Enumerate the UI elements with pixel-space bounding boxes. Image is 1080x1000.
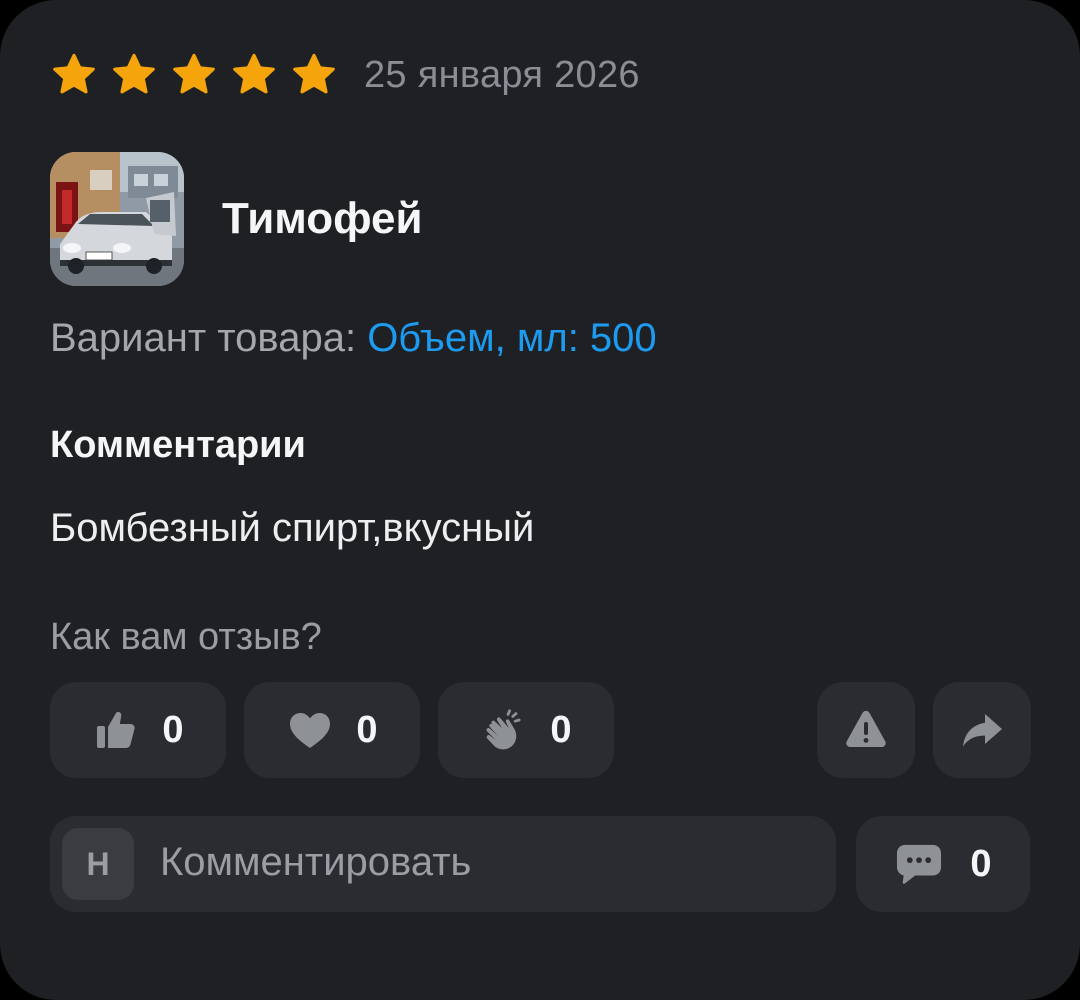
star-icon: [113, 53, 155, 94]
heart-count: 0: [356, 708, 378, 751]
user-initial-avatar: Н: [62, 828, 134, 900]
like-button[interactable]: 0: [50, 682, 226, 778]
heart-reaction-button[interactable]: 0: [244, 682, 420, 778]
comment-input[interactable]: Н Комментировать: [50, 816, 836, 912]
thumbs-up-icon: [97, 712, 136, 748]
clapping-hands-icon: [486, 709, 522, 750]
report-button[interactable]: [817, 682, 915, 778]
clap-count: 0: [550, 708, 572, 751]
like-count: 0: [162, 708, 184, 751]
comments-count: 0: [970, 842, 992, 885]
review-card: 25 января 2026 Тимофей Вариант товара: О…: [0, 0, 1080, 1000]
car-photo-icon: [50, 152, 184, 286]
product-variant: Вариант товара: Объем, мл: 500: [50, 316, 657, 361]
comments-heading: Комментарии: [50, 424, 306, 466]
report-warning-icon: [846, 710, 886, 747]
clap-reaction-button[interactable]: 0: [438, 682, 614, 778]
star-icon: [293, 53, 335, 94]
chat-bubble-icon: [897, 844, 942, 884]
heart-icon: [290, 713, 331, 748]
variant-value-link[interactable]: Объем, мл: 500: [367, 316, 656, 360]
share-button[interactable]: [933, 682, 1031, 778]
review-date: 25 января 2026: [364, 53, 640, 96]
review-comment-text: Бомбезный спирт,вкусный: [50, 506, 535, 550]
comment-placeholder[interactable]: Комментировать: [160, 840, 471, 885]
feedback-question: Как вам отзыв?: [50, 616, 322, 658]
review-author[interactable]: Тимофей: [50, 152, 423, 286]
avatar[interactable]: [50, 152, 184, 286]
variant-label: Вариант товара:: [50, 316, 357, 360]
star-icon: [53, 53, 95, 94]
star-icon: [173, 53, 215, 94]
comments-button[interactable]: 0: [856, 816, 1030, 912]
star-icon: [233, 53, 275, 94]
author-name[interactable]: Тимофей: [222, 194, 423, 244]
share-arrow-icon: [963, 714, 1002, 747]
rating-row: 25 января 2026: [50, 50, 640, 100]
